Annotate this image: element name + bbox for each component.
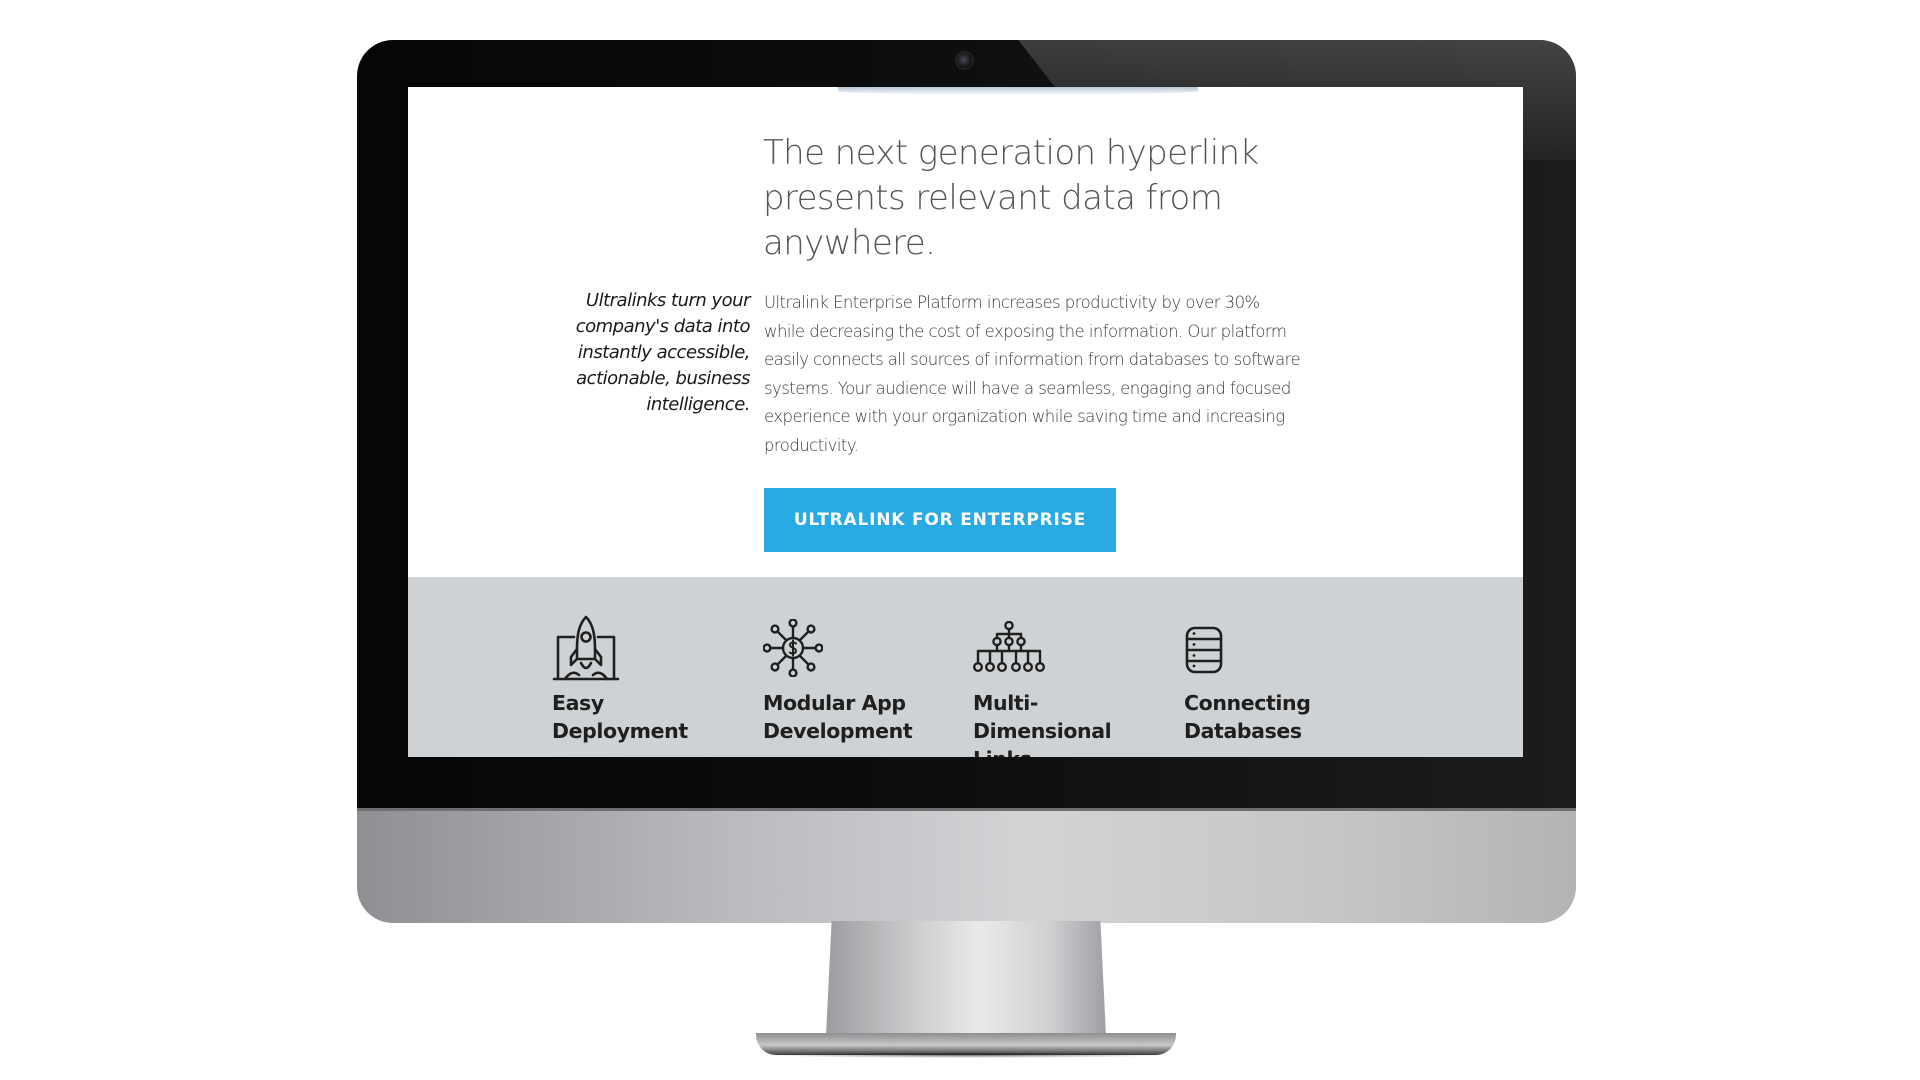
- feature-label: Modular App Development: [763, 691, 913, 743]
- hero-tagline: Ultralinks turn your company's data into…: [575, 290, 751, 415]
- database-icon: [1185, 626, 1223, 674]
- feature-label: Multi-Dimensional Links: [973, 691, 1112, 757]
- hero-headline: The next generation hyperlink presents r…: [763, 133, 1259, 263]
- feature-multi-dimensional-links[interactable]: Multi-Dimensional Links: [973, 577, 1173, 757]
- camera-icon: [957, 53, 972, 68]
- screen-reflection: [838, 87, 1198, 95]
- feature-easy-deployment[interactable]: Easy Deployment: [552, 577, 752, 757]
- ultralink-for-enterprise-button[interactable]: ULTRALINK FOR ENTERPRISE: [764, 488, 1116, 552]
- hero-description: Ultralink Enterprise Platform increases …: [764, 293, 1301, 455]
- rocket-launch-icon: [552, 615, 620, 681]
- monitor-stand-neck: [826, 921, 1106, 1036]
- features-band: Easy Deployment Modular App Development: [408, 577, 1523, 757]
- stand-shadow: [760, 1052, 1172, 1058]
- feature-connecting-databases[interactable]: Connecting Databases: [1184, 577, 1384, 757]
- screen: The next generation hyperlink presents r…: [408, 87, 1523, 757]
- dollar-network-icon: [763, 619, 823, 677]
- monitor-chin: [357, 808, 1576, 923]
- hierarchy-icon: [973, 621, 1045, 673]
- feature-label: Easy Deployment: [552, 691, 688, 743]
- feature-modular-app-development[interactable]: Modular App Development: [763, 577, 963, 757]
- feature-label: Connecting Databases: [1184, 691, 1311, 743]
